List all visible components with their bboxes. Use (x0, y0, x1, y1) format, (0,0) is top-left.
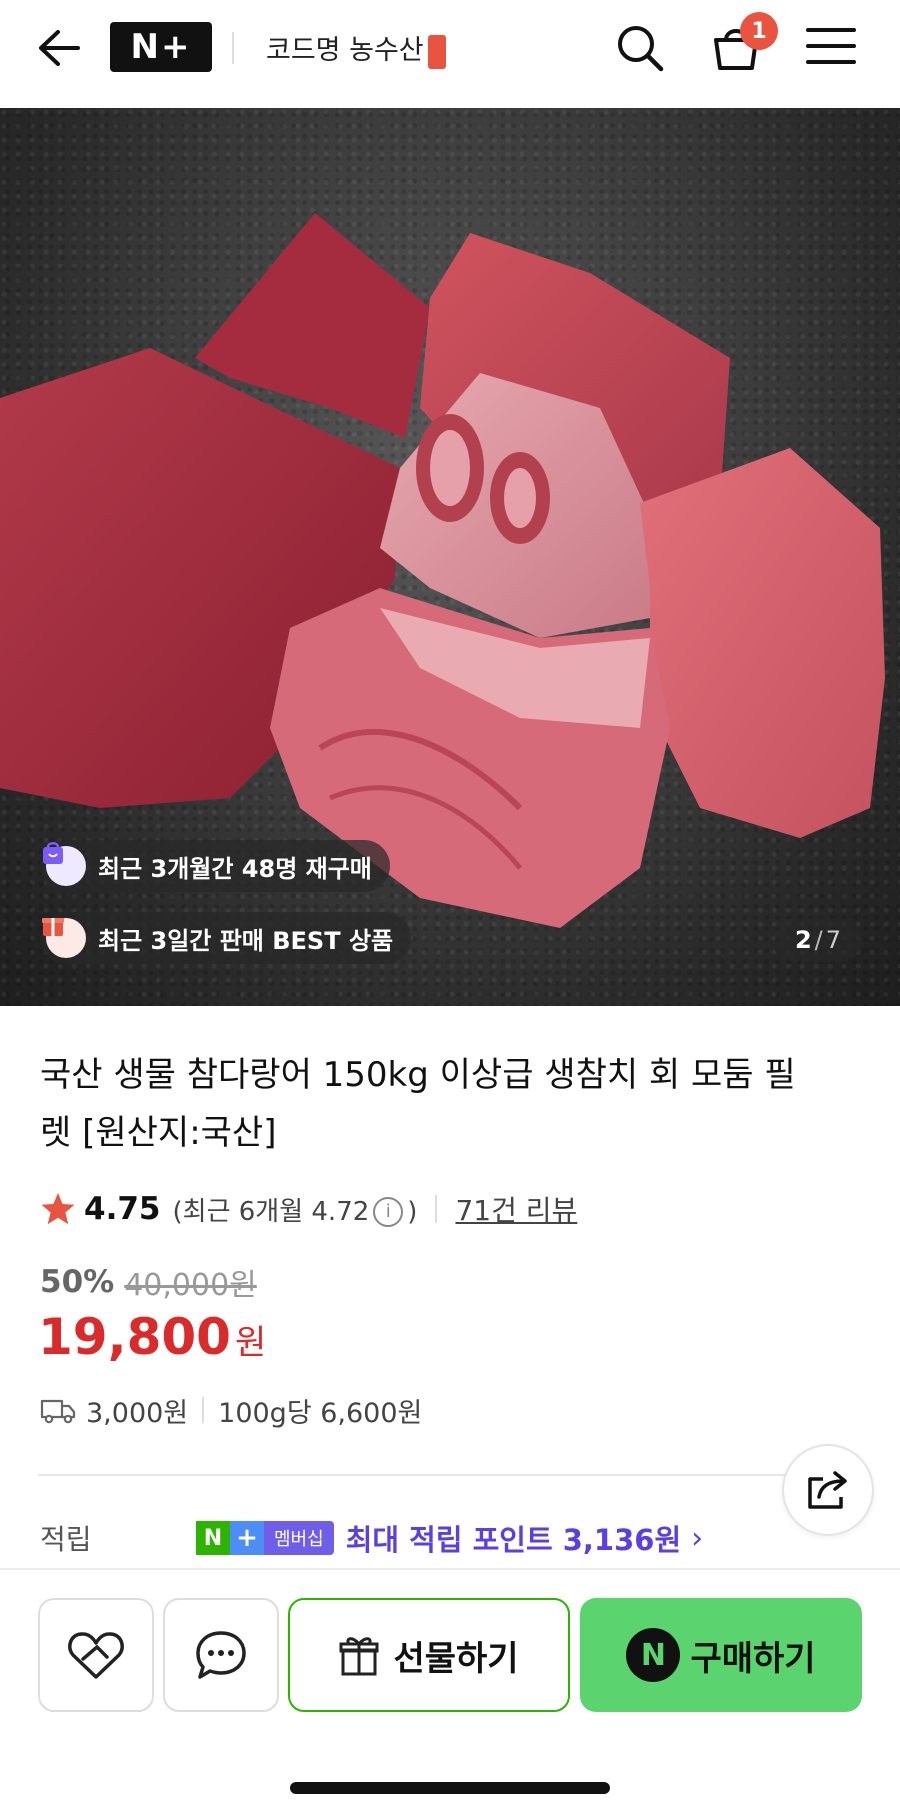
star-icon (41, 1193, 75, 1225)
menu-button[interactable] (806, 24, 858, 72)
naver-plus-logo[interactable]: N+ (110, 22, 212, 72)
arrow-left-icon (39, 30, 80, 66)
product-title: 국산 생물 참다랑어 150kg 이상급 생참치 회 모둠 필렛 [원산지:국산… (40, 1055, 796, 1153)
recent-rating-text: (최근 6개월 4.72 (172, 1196, 370, 1227)
rating-row: 4.75 (최근 6개월 4.72 i) 71건 리뷰 (40, 1186, 577, 1232)
points-label: 적립 (40, 1523, 92, 1556)
share-icon (808, 1471, 847, 1509)
membership-n: N (196, 1521, 230, 1555)
gift-button[interactable]: 선물하기 (288, 1598, 570, 1712)
bottom-action-bar: 선물하기 N 구매하기 (0, 1568, 900, 1816)
discount-rate: 50% (40, 1264, 115, 1300)
repurchase-badge: 최근 3개월간 48명 재구매 (40, 840, 390, 892)
chevron-right-icon: › (691, 1520, 704, 1556)
sale-price: 19,800 (38, 1308, 231, 1366)
search-button[interactable] (612, 20, 668, 76)
rating-value: 4.75 (84, 1191, 161, 1227)
talktalk-button[interactable] (163, 1598, 279, 1712)
page-total: 7 (825, 926, 842, 954)
product-image-carousel[interactable]: 최근 3개월간 48명 재구매 최근 3일간 판매 BEST 상품 2/7 (0, 108, 900, 1006)
naver-plus-membership-badge: N + 멤버십 (196, 1520, 334, 1556)
recent-rating: (최근 6개월 4.72 i) (172, 1191, 418, 1228)
price-row: 19,800 원 (38, 1308, 266, 1366)
rating-divider (435, 1195, 438, 1223)
image-page-counter: 2/7 (774, 918, 862, 962)
store-badge (427, 34, 446, 69)
info-icon[interactable]: i (373, 1197, 404, 1227)
price-unit: 원 (234, 1323, 267, 1363)
store-name[interactable]: 코드명 농수산 (266, 28, 446, 69)
best-seller-badge: 최근 3일간 판매 BEST 상품 (40, 912, 412, 964)
cart-count-badge: 1 (740, 12, 778, 50)
truck-icon (40, 1399, 76, 1424)
top-header: N+ 코드명 농수산 1 (0, 0, 900, 108)
page-current: 2 (794, 926, 812, 954)
gift-icon (339, 1637, 379, 1676)
shipping-row: 3,000원 100g당 6,600원 (40, 1388, 422, 1432)
naver-pay-icon: N (626, 1628, 681, 1682)
store-name-label: 코드명 농수산 (266, 35, 424, 66)
wishlist-button[interactable] (38, 1598, 154, 1712)
section-divider (38, 1474, 862, 1476)
search-icon (618, 26, 664, 72)
home-indicator (290, 1782, 610, 1794)
points-row[interactable]: 적립 N + 멤버십 최대 적립 포인트 3,136원 › (40, 1516, 860, 1560)
buy-button[interactable]: N 구매하기 (580, 1598, 862, 1712)
back-button[interactable] (34, 22, 82, 74)
discount-row: 50% 40,000원 (40, 1260, 257, 1304)
review-count-link[interactable]: 71건 리뷰 (455, 1189, 577, 1229)
page-separator: / (814, 926, 823, 954)
buy-button-label: 구매하기 (690, 1638, 816, 1679)
repurchase-badge-text: 최근 3개월간 48명 재구매 (98, 854, 372, 883)
header-divider (232, 32, 234, 64)
recent-rating-close: ) (407, 1196, 418, 1227)
repurchase-bag-icon (43, 842, 86, 886)
heart-icon (68, 1632, 124, 1679)
shipping-divider (202, 1397, 205, 1423)
membership-plus: + (230, 1521, 264, 1555)
chat-bubble-icon (196, 1631, 246, 1679)
shipping-fee: 3,000원 (86, 1397, 189, 1429)
original-price: 40,000원 (124, 1268, 257, 1303)
membership-label: 멤버십 (264, 1521, 334, 1555)
unit-price: 100g당 6,600원 (218, 1397, 423, 1429)
hamburger-menu-icon (806, 28, 856, 64)
gift-box-icon (42, 918, 86, 958)
max-points-text: 최대 적립 포인트 3,136원 (345, 1523, 682, 1557)
gift-button-label: 선물하기 (393, 1638, 519, 1679)
best-seller-badge-text: 최근 3일간 판매 BEST 상품 (98, 926, 394, 955)
